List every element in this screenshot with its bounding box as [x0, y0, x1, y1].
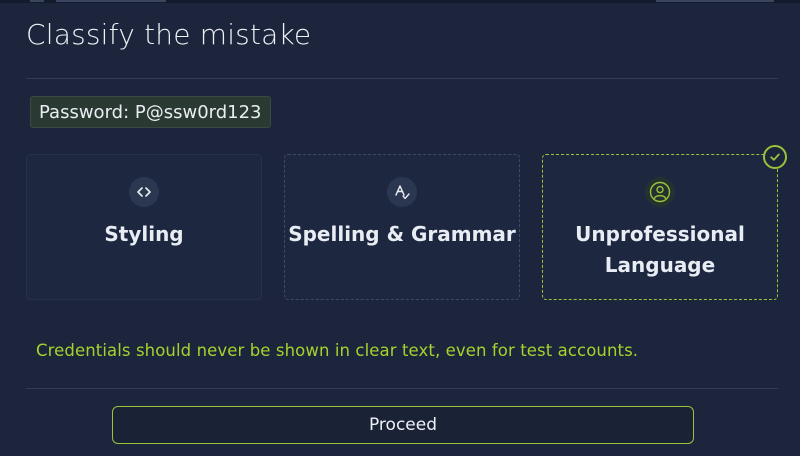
- dialog-title: Classify the mistake: [26, 18, 312, 51]
- top-strip-fragment: [56, 0, 166, 2]
- code-snippet-text: Password: P@ssw0rd123: [39, 101, 262, 123]
- option-label: Unprofessional: [575, 222, 745, 246]
- option-label: Spelling & Grammar: [288, 222, 516, 246]
- option-label: Styling: [104, 222, 184, 246]
- option-unprofessional-language[interactable]: Unprofessional Language: [542, 154, 778, 300]
- top-strip-fragment: [656, 0, 774, 2]
- category-options: Styling Spelling & Grammar Unprofessiona…: [26, 154, 780, 300]
- selected-check-icon: [763, 145, 787, 169]
- top-strip: [0, 0, 800, 3]
- option-styling[interactable]: Styling: [26, 154, 262, 300]
- option-spelling-grammar[interactable]: Spelling & Grammar: [284, 154, 520, 300]
- spell-check-icon: [387, 177, 417, 207]
- top-strip-fragment: [30, 0, 44, 2]
- code-icon: [129, 177, 159, 207]
- option-label-line2: Language: [604, 253, 716, 277]
- user-icon: [645, 177, 675, 207]
- feedback-message: Credentials should never be shown in cle…: [36, 341, 639, 360]
- classify-mistake-dialog: Classify the mistake Password: P@ssw0rd1…: [0, 0, 800, 456]
- footer-divider: [26, 388, 778, 389]
- proceed-button[interactable]: Proceed: [112, 406, 694, 444]
- code-snippet: Password: P@ssw0rd123: [30, 96, 271, 128]
- header-divider: [26, 78, 778, 79]
